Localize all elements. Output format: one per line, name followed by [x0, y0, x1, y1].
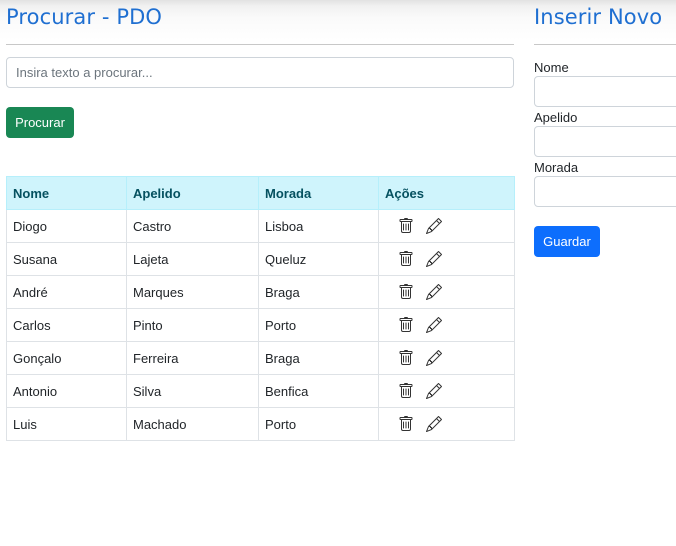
nome-label: Nome — [534, 60, 569, 75]
cell-morada: Queluz — [258, 242, 379, 276]
trash-icon[interactable] — [398, 383, 414, 399]
cell-actions — [378, 407, 515, 441]
save-button[interactable]: Guardar — [534, 226, 600, 257]
row-actions — [385, 317, 508, 333]
search-section-divider — [6, 44, 514, 45]
table-row: André Marques Braga — [6, 275, 515, 309]
cell-apelido: Castro — [126, 209, 259, 243]
cell-apelido: Machado — [126, 407, 259, 441]
cell-apelido: Ferreira — [126, 341, 259, 375]
cell-morada: Porto — [258, 407, 379, 441]
cell-morada: Braga — [258, 341, 379, 375]
search-section-title: Procurar - PDO — [6, 5, 162, 29]
search-input[interactable] — [6, 57, 514, 88]
apelido-input[interactable] — [534, 126, 676, 157]
morada-label: Morada — [534, 160, 579, 175]
morada-input[interactable] — [534, 176, 676, 207]
insert-section-divider — [534, 44, 676, 45]
row-actions — [385, 350, 508, 366]
cell-apelido: Pinto — [126, 308, 259, 342]
cell-actions — [378, 341, 515, 375]
pencil-icon[interactable] — [426, 317, 442, 333]
row-actions — [385, 416, 508, 432]
cell-morada: Benfica — [258, 374, 379, 408]
trash-icon[interactable] — [398, 317, 414, 333]
search-button[interactable]: Procurar — [6, 107, 74, 138]
cell-morada: Porto — [258, 308, 379, 342]
trash-icon[interactable] — [398, 284, 414, 300]
cell-nome: Gonçalo — [6, 341, 127, 375]
pencil-icon[interactable] — [426, 251, 442, 267]
table-row: Carlos Pinto Porto — [6, 308, 515, 342]
cell-morada: Lisboa — [258, 209, 379, 243]
pencil-icon[interactable] — [426, 218, 442, 234]
table-body: Diogo Castro Lisboa Susana Lajeta Queluz André… — [6, 209, 515, 441]
cell-actions — [378, 242, 515, 276]
trash-icon[interactable] — [398, 251, 414, 267]
pencil-icon[interactable] — [426, 284, 442, 300]
row-actions — [385, 218, 508, 234]
table-row: Gonçalo Ferreira Braga — [6, 341, 515, 375]
table-row: Susana Lajeta Queluz — [6, 242, 515, 276]
column-header-nome: Nome — [6, 176, 127, 210]
row-actions — [385, 284, 508, 300]
table-row: Luis Machado Porto — [6, 407, 515, 441]
cell-apelido: Marques — [126, 275, 259, 309]
cell-nome: Carlos — [6, 308, 127, 342]
column-header-morada: Morada — [258, 176, 379, 210]
table-row: Antonio Silva Benfica — [6, 374, 515, 408]
cell-nome: Luis — [6, 407, 127, 441]
insert-section-title: Inserir Novo — [534, 5, 663, 29]
apelido-label: Apelido — [534, 110, 578, 125]
pencil-icon[interactable] — [426, 350, 442, 366]
cell-actions — [378, 374, 515, 408]
pencil-icon[interactable] — [426, 416, 442, 432]
cell-apelido: Lajeta — [126, 242, 259, 276]
cell-nome: Antonio — [6, 374, 127, 408]
cell-morada: Braga — [258, 275, 379, 309]
column-header-acoes: Ações — [378, 176, 515, 210]
cell-nome: André — [6, 275, 127, 309]
trash-icon[interactable] — [398, 218, 414, 234]
nome-input[interactable] — [534, 76, 676, 107]
cell-apelido: Silva — [126, 374, 259, 408]
cell-actions — [378, 275, 515, 309]
cell-nome: Susana — [6, 242, 127, 276]
trash-icon[interactable] — [398, 350, 414, 366]
row-actions — [385, 383, 508, 399]
cell-actions — [378, 209, 515, 243]
cell-actions — [378, 308, 515, 342]
cell-nome: Diogo — [6, 209, 127, 243]
column-header-apelido: Apelido — [126, 176, 259, 210]
table-header-row: Nome Apelido Morada Ações — [6, 176, 515, 210]
results-table: Nome Apelido Morada Ações Diogo Castro Lis… — [6, 176, 515, 441]
table-row: Diogo Castro Lisboa — [6, 209, 515, 243]
row-actions — [385, 251, 508, 267]
trash-icon[interactable] — [398, 416, 414, 432]
pencil-icon[interactable] — [426, 383, 442, 399]
